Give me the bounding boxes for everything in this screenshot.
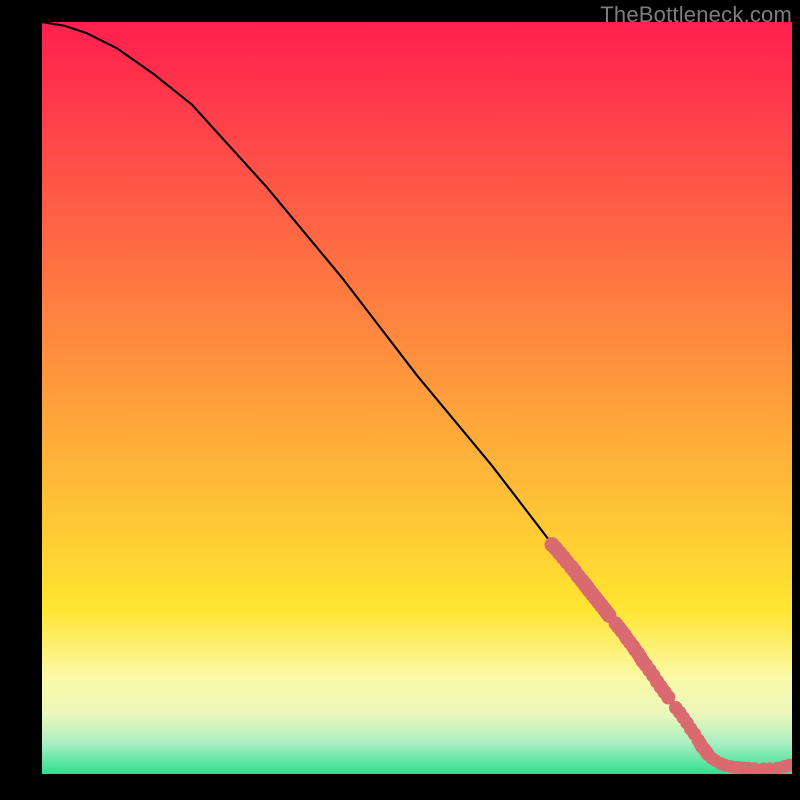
plot-area [42,22,792,774]
chart-stage: TheBottleneck.com [0,0,800,800]
chart-svg [42,22,792,774]
gradient-background [42,22,792,774]
